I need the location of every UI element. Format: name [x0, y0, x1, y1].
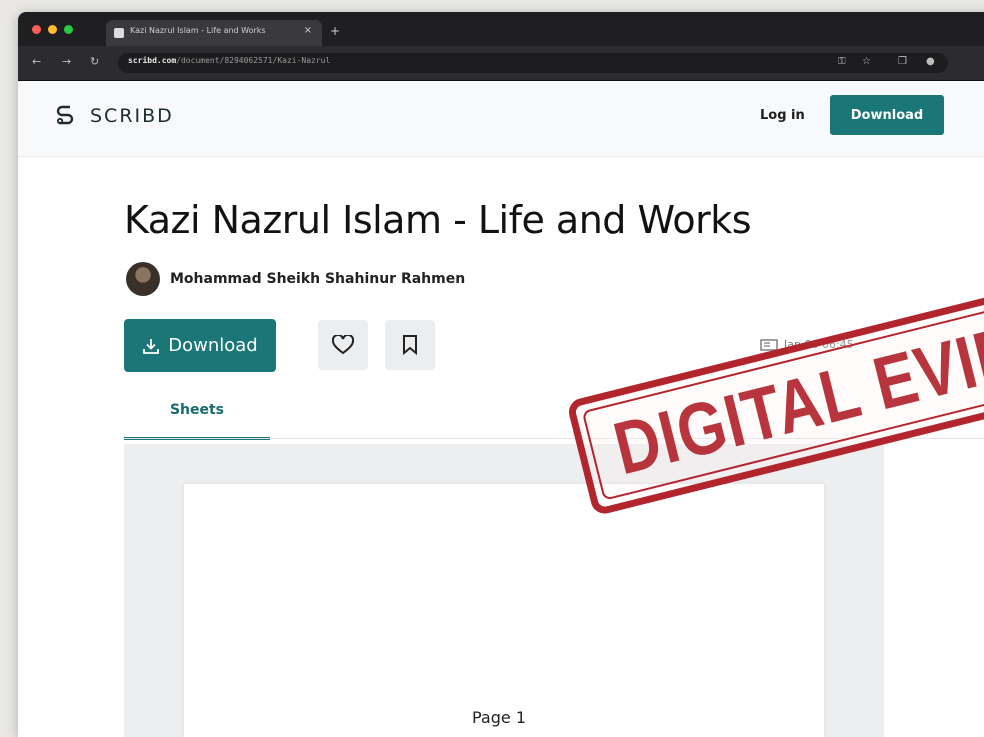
new-tab-button[interactable]: +: [330, 24, 340, 38]
tab-sheets[interactable]: Sheets: [124, 400, 270, 440]
like-button[interactable]: [318, 320, 368, 370]
download-button[interactable]: Download: [124, 319, 276, 372]
tab-title: Kazi Nazrul Islam - Life and Works: [130, 26, 266, 35]
extensions-icon[interactable]: ❐: [898, 56, 907, 67]
browser-window: Kazi Nazrul Islam - Life and Works × + ←…: [18, 12, 984, 737]
author-avatar[interactable]: [126, 262, 160, 296]
download-icon: [143, 338, 160, 354]
header-download-button[interactable]: Download: [830, 95, 944, 135]
profile-icon[interactable]: ●: [926, 56, 935, 67]
key-icon[interactable]: ⚿: [838, 56, 846, 67]
save-button[interactable]: [385, 320, 435, 370]
author-name[interactable]: Mohammad Sheikh Shahinur Rahmen: [170, 271, 465, 287]
url-domain: scribd.com: [128, 56, 177, 65]
scribd-logo-icon[interactable]: [54, 103, 76, 127]
site-logo-text[interactable]: SCRIBD: [90, 105, 174, 127]
back-arrow-icon[interactable]: ←: [32, 55, 41, 68]
browser-toolbar: ← → ↻ scribd.com/document/8294062571/Kaz…: [18, 46, 984, 81]
bookmark-icon: [403, 335, 417, 355]
url-path: /document/8294062571/Kazi-Nazrul: [176, 56, 331, 65]
download-button-label: Download: [168, 335, 258, 356]
page-number-label: Page 1: [472, 708, 526, 727]
close-window-dot[interactable]: [32, 25, 41, 34]
site-header: SCRIBD Log in Download: [18, 81, 984, 157]
stamp-text: DIGITAL EVIDENC: [606, 277, 984, 492]
address-bar[interactable]: scribd.com/document/8294062571/Kazi-Nazr…: [118, 53, 948, 73]
favicon-icon: [114, 28, 124, 38]
forward-arrow-icon[interactable]: →: [62, 55, 71, 68]
url-text: scribd.com/document/8294062571/Kazi-Nazr…: [128, 56, 330, 65]
document-title: Kazi Nazrul Islam - Life and Works: [124, 198, 752, 242]
tab-sheets-label: Sheets: [169, 402, 225, 418]
star-icon[interactable]: ☆: [862, 56, 871, 67]
browser-tab-strip: Kazi Nazrul Islam - Life and Works × +: [18, 12, 984, 46]
maximize-window-dot[interactable]: [64, 25, 73, 34]
browser-tab[interactable]: Kazi Nazrul Islam - Life and Works ×: [106, 20, 322, 46]
minimize-window-dot[interactable]: [48, 25, 57, 34]
reload-icon[interactable]: ↻: [90, 55, 99, 68]
login-link[interactable]: Log in: [760, 108, 805, 123]
tab-close-icon[interactable]: ×: [304, 25, 312, 36]
document-page: [184, 484, 824, 737]
document-viewer[interactable]: [124, 444, 884, 737]
heart-icon: [332, 335, 354, 355]
